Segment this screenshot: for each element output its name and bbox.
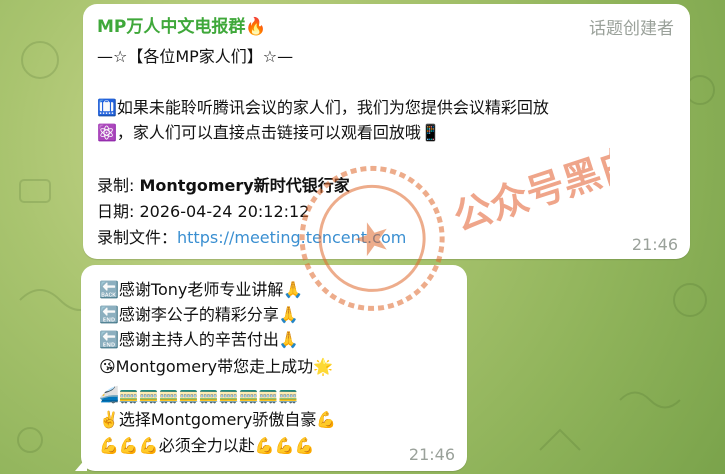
message-time: 21:46 [631,235,678,254]
message-line: ✌️选择Montgomery骄傲自豪💪 [99,410,337,429]
sender-name[interactable]: MP万人中文电报群🔥 [97,16,267,39]
recording-value: Montgomery新时代银行家 [139,176,350,195]
message-line: 😘Montgomery带您走上成功🌟 [99,357,334,376]
message-line: 🔙感谢Tony老师专业讲解🙏 [99,280,304,299]
recording-line: 录制: Montgomery新时代银行家 [97,174,350,197]
date-label: 日期: [97,202,140,221]
recording-label: 录制: [97,176,140,195]
message-bubble-1[interactable]: MP万人中文电报群🔥 话题创建者 —☆【各位MP家人们】☆— 🛄如果未能聆听腾讯… [83,4,690,259]
meeting-link[interactable]: https://meeting.tencent.com [177,228,406,247]
sender-role-badge: 话题创建者 [589,19,674,39]
message-line: 🛄如果未能聆听腾讯会议的家人们，我们为您提供会议精彩回放 [97,98,549,117]
message-line: 💪💪💪必须全力以赴💪💪💪 [99,436,315,455]
date-value: 2026-04-24 20:12:12 [139,202,310,221]
message-line: 🔚感谢主持人的辛苦付出🙏 [99,330,299,349]
message-time: 21:46 [408,445,455,464]
message-bubble-2[interactable]: 🔙感谢Tony老师专业讲解🙏 🔚感谢李公子的精彩分享🙏 🔚感谢主持人的辛苦付出🙏… [75,265,467,471]
file-label: 录制文件： [97,228,178,247]
date-line: 日期: 2026-04-24 20:12:12 [97,200,309,223]
message-line: 🔚感谢李公子的精彩分享🙏 [99,305,299,324]
file-line: 录制文件：https://meeting.tencent.com [97,226,406,249]
message-line: 🚄🚃🚃🚃🚃🚃🚃🚃🚃🚃 [99,385,299,404]
message-line: —☆【各位MP家人们】☆— [97,47,294,66]
message-line: ⚛️，家人们可以直接点击链接可以观看回放哦📱 [97,123,441,142]
